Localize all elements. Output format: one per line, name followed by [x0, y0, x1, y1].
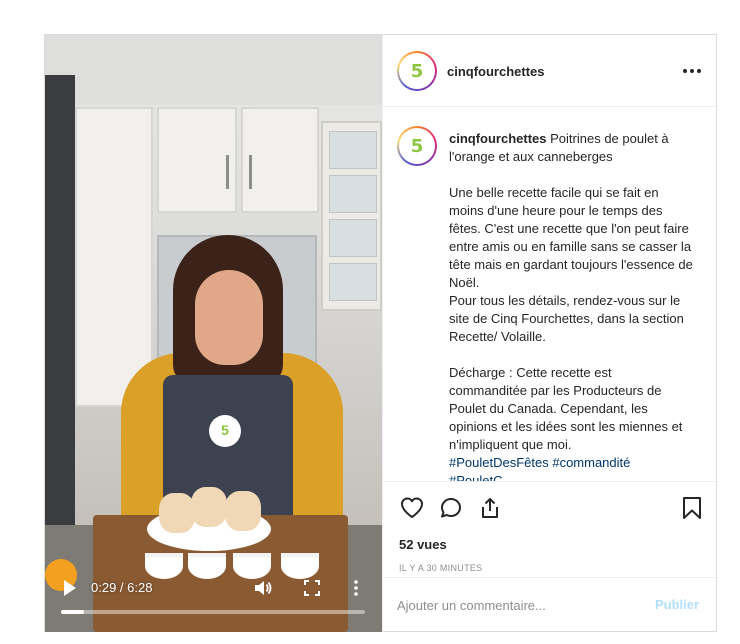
avatar[interactable]: 5: [397, 51, 437, 91]
video-scene-cabinet-upper-1: [157, 107, 237, 213]
caption-text: cinqfourchettes Poitrines de poulet à l'…: [449, 130, 693, 481]
bookmark-icon[interactable]: [679, 495, 705, 521]
post-caption: 5 cinqfourchettes Poitrines de poulet à …: [383, 108, 718, 482]
views-count[interactable]: 52 vues: [399, 537, 447, 552]
video-controls: 0:29 / 6:28: [45, 565, 382, 632]
video-scene-chicken: [159, 493, 195, 533]
video-scene-chicken: [191, 487, 227, 527]
post-header: 5 cinqfourchettes: [383, 35, 718, 107]
caption-hashtags-more[interactable]: #PouletC...: [449, 473, 513, 481]
video-scene-doorway: [45, 75, 75, 555]
instagram-post: 5 0:29 / 6:28 5 cinqfourchettes 5 cinqfo…: [44, 34, 718, 632]
video-scene-wall: [45, 35, 382, 105]
video-player[interactable]: 5 0:29 / 6:28: [45, 35, 382, 632]
caption-hashtags[interactable]: #PouletDesFêtes #commandité: [449, 455, 630, 470]
video-scene-chicken: [225, 491, 261, 531]
comment-input[interactable]: [397, 594, 637, 616]
avatar-logo: 5: [410, 135, 424, 157]
volume-icon[interactable]: [253, 578, 273, 598]
post-side-panel: 5 cinqfourchettes 5 cinqfourchettes Poit…: [382, 35, 718, 632]
more-vertical-icon[interactable]: [351, 578, 361, 598]
video-scene-person-face: [195, 270, 263, 365]
play-icon[interactable]: [63, 579, 77, 597]
apron-logo: 5: [209, 415, 241, 447]
video-scene-cabinet-upper-2: [241, 107, 319, 213]
avatar-logo: 5: [410, 60, 424, 82]
comment-bar: Publier: [383, 577, 718, 632]
video-scene-cabinet-left: [75, 107, 153, 407]
caption-paragraph: Décharge : Cette recette est commanditée…: [449, 365, 683, 452]
video-scene-shelf: [321, 121, 382, 311]
fullscreen-icon[interactable]: [303, 578, 321, 598]
post-timestamp[interactable]: IL Y A 30 MINUTES: [399, 563, 482, 573]
comment-icon[interactable]: [438, 495, 464, 521]
heart-icon[interactable]: [399, 495, 425, 521]
caption-avatar[interactable]: 5: [397, 126, 437, 166]
video-progress-bar[interactable]: [61, 610, 365, 614]
username-link[interactable]: cinqfourchettes: [447, 64, 545, 79]
video-time: 0:29 / 6:28: [91, 580, 153, 595]
video-progress-fill: [61, 610, 84, 614]
more-horizontal-icon[interactable]: [681, 61, 703, 81]
caption-paragraph: Une belle recette facile qui se fait en …: [449, 185, 693, 290]
post-comment-button[interactable]: Publier: [655, 597, 699, 612]
caption-paragraph: Pour tous les détails, rendez-vous sur l…: [449, 293, 684, 344]
share-icon[interactable]: [477, 495, 503, 521]
caption-username-link[interactable]: cinqfourchettes: [449, 131, 547, 146]
